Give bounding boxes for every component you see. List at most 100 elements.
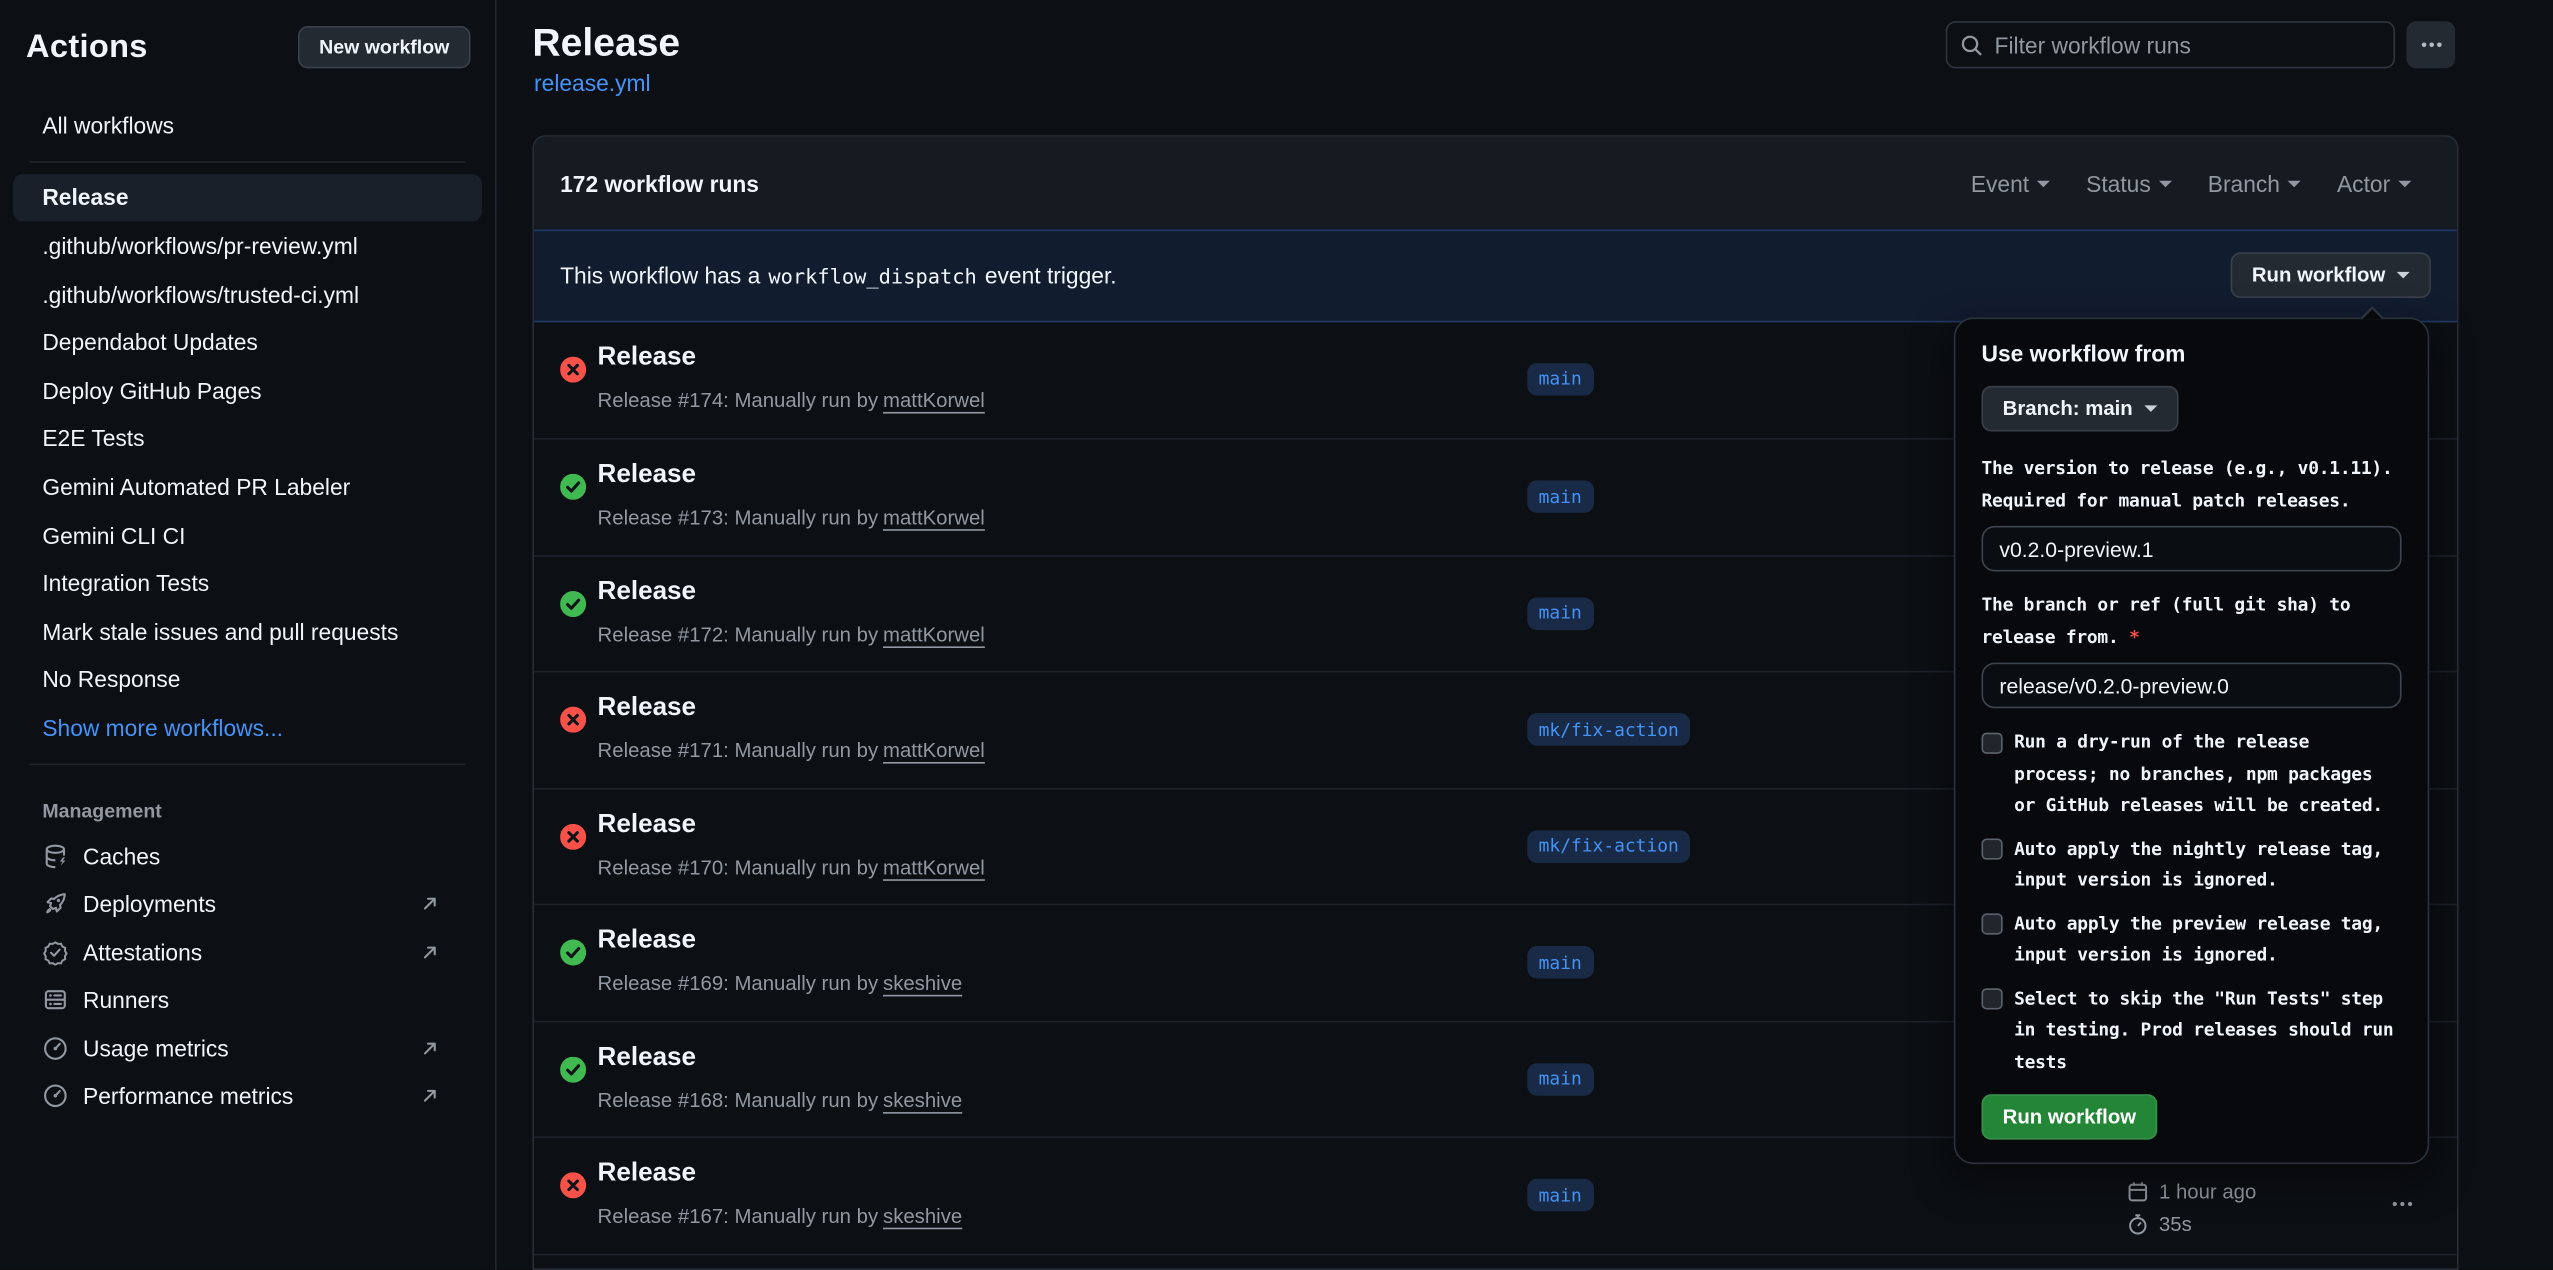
run-actor-link[interactable]: skeshive: [883, 972, 962, 995]
meter-icon: [42, 1035, 68, 1061]
filter-branch[interactable]: Branch: [2208, 170, 2301, 196]
search-icon: [1960, 33, 1983, 56]
run-actor-link[interactable]: mattKorwel: [883, 856, 985, 879]
preview-tag-checkbox[interactable]: [1982, 913, 2003, 934]
branch-badge[interactable]: main: [1527, 480, 1593, 513]
external-link-icon: [420, 942, 440, 962]
kebab-icon: [2419, 33, 2443, 57]
run-actor-link[interactable]: skeshive: [883, 1205, 962, 1228]
sidebar-item-workflow[interactable]: Integration Tests: [13, 559, 482, 607]
run-description: Release #171: Manually run bymattKorwel: [598, 739, 985, 762]
sidebar-item-workflow[interactable]: E2E Tests: [13, 414, 482, 462]
sidebar-item-workflow[interactable]: Gemini CLI CI: [13, 511, 482, 559]
sidebar-item-performance-metrics[interactable]: Performance metrics: [13, 1072, 482, 1120]
branch-badge[interactable]: main: [1527, 1179, 1593, 1212]
run-title-link[interactable]: Release: [598, 577, 697, 606]
meter-icon: [42, 1084, 68, 1110]
sidebar: Actions New workflow All workflows Relea…: [0, 0, 497, 1270]
sidebar-item-workflow[interactable]: Release: [13, 174, 482, 222]
failure-icon: [560, 823, 586, 849]
run-meta: 1 hour ago 35s: [2126, 1176, 2256, 1239]
workflow-title: Release: [532, 21, 680, 67]
show-more-workflows-link[interactable]: Show more workflows...: [13, 704, 482, 752]
branch-badge[interactable]: mk/fix-action: [1527, 830, 1690, 863]
branch-badge[interactable]: main: [1527, 946, 1593, 979]
run-title-link[interactable]: Release: [598, 926, 697, 955]
sidebar-nav: All workflows Release.github/workflows/p…: [0, 101, 495, 1121]
run-title-link[interactable]: Release: [598, 810, 697, 839]
ref-input[interactable]: [1982, 663, 2402, 709]
sidebar-item-all-workflows[interactable]: All workflows: [13, 101, 482, 149]
chevron-down-icon: [2037, 180, 2050, 193]
runs-list-header: 172 workflow runs Event Status Branch Actor: [534, 137, 2457, 230]
chevron-down-icon: [2144, 405, 2157, 418]
runs-count: 172 workflow runs: [560, 170, 759, 196]
filter-actor[interactable]: Actor: [2337, 170, 2411, 196]
chevron-down-icon: [2159, 180, 2172, 193]
stopwatch-icon: [2126, 1212, 2149, 1235]
branch-badge[interactable]: mk/fix-action: [1527, 713, 1690, 746]
run-title-link[interactable]: Release: [598, 694, 697, 723]
sidebar-header: Actions New workflow: [0, 0, 495, 68]
workflow-options-button[interactable]: [2406, 21, 2455, 68]
sidebar-item-caches[interactable]: Caches: [13, 832, 482, 880]
sidebar-item-usage-metrics[interactable]: Usage metrics: [13, 1024, 482, 1072]
filter-status[interactable]: Status: [2086, 170, 2172, 196]
popup-heading: Use workflow from: [1982, 340, 2402, 366]
run-title-link[interactable]: Release: [598, 461, 697, 490]
run-actor-link[interactable]: mattKorwel: [883, 739, 985, 762]
branch-badge[interactable]: main: [1527, 1062, 1593, 1095]
sidebar-item-workflow[interactable]: Mark stale issues and pull requests: [13, 607, 482, 655]
run-title-link[interactable]: Release: [598, 1043, 697, 1072]
run-title-link[interactable]: Release: [598, 1159, 697, 1188]
run-description: Release #169: Manually run byskeshive: [598, 972, 963, 995]
sidebar-item-workflow[interactable]: .github/workflows/trusted-ci.yml: [13, 270, 482, 318]
branch-badge[interactable]: main: [1527, 362, 1593, 395]
run-actor-link[interactable]: mattKorwel: [883, 623, 985, 646]
sidebar-item-workflow[interactable]: No Response: [13, 655, 482, 703]
run-description: Release #173: Manually run bymattKorwel: [598, 506, 985, 529]
failure-icon: [560, 1172, 586, 1198]
success-icon: [560, 939, 586, 965]
run-actor-link[interactable]: mattKorwel: [883, 388, 985, 411]
branch-badge[interactable]: main: [1527, 597, 1593, 630]
run-title-link[interactable]: Release: [598, 343, 697, 372]
actions-page: Actions New workflow All workflows Relea…: [0, 0, 2553, 1270]
failure-icon: [560, 707, 586, 733]
run-description: Release #167: Manually run byskeshive: [598, 1205, 963, 1228]
runs-filters: Event Status Branch Actor: [1971, 170, 2412, 196]
external-link-icon: [420, 1087, 440, 1107]
sidebar-item-workflow[interactable]: Dependabot Updates: [13, 318, 482, 366]
run-options-button[interactable]: [2384, 1185, 2421, 1222]
rocket-icon: [42, 891, 68, 917]
branch-selector-button[interactable]: Branch: main: [1982, 386, 2179, 432]
sidebar-item-workflow[interactable]: .github/workflows/pr-review.yml: [13, 222, 482, 270]
chevron-down-icon: [2398, 180, 2411, 193]
skip-tests-checkbox[interactable]: [1982, 988, 2003, 1009]
preview-tag-option: Auto apply the preview release tag, inpu…: [1982, 908, 2402, 971]
success-icon: [560, 590, 586, 616]
workflow-file-link[interactable]: release.yml: [534, 70, 651, 96]
banner-text: This workflow has a workflow_dispatch ev…: [560, 263, 1117, 289]
version-help-text: The version to release (e.g., v0.1.11). …: [1982, 453, 2402, 516]
nightly-tag-checkbox[interactable]: [1982, 839, 2003, 860]
new-workflow-button[interactable]: New workflow: [298, 26, 471, 68]
filter-event[interactable]: Event: [1971, 170, 2050, 196]
run-actor-link[interactable]: mattKorwel: [883, 506, 985, 529]
run-workflow-submit-button[interactable]: Run workflow: [1982, 1094, 2158, 1140]
dry-run-checkbox[interactable]: [1982, 732, 2003, 753]
run-workflow-dropdown-button[interactable]: Run workflow: [2231, 253, 2431, 299]
sidebar-item-runners[interactable]: Runners: [13, 976, 482, 1024]
filter-workflow-runs-input[interactable]: [1995, 32, 2381, 58]
run-description: Release #170: Manually run bymattKorwel: [598, 856, 985, 879]
workflow-list: Release.github/workflows/pr-review.yml.g…: [13, 174, 482, 704]
nightly-tag-option: Auto apply the nightly release tag, inpu…: [1982, 833, 2402, 896]
sidebar-item-workflow[interactable]: Deploy GitHub Pages: [13, 366, 482, 414]
version-input[interactable]: [1982, 526, 2402, 572]
sidebar-item-workflow[interactable]: Gemini Automated PR Labeler: [13, 463, 482, 511]
sidebar-item-attestations[interactable]: Attestations: [13, 928, 482, 976]
run-duration: 35s: [2126, 1208, 2256, 1239]
run-actor-link[interactable]: skeshive: [883, 1088, 962, 1111]
management-list: CachesDeploymentsAttestationsRunnersUsag…: [13, 832, 482, 1121]
sidebar-item-deployments[interactable]: Deployments: [13, 880, 482, 928]
